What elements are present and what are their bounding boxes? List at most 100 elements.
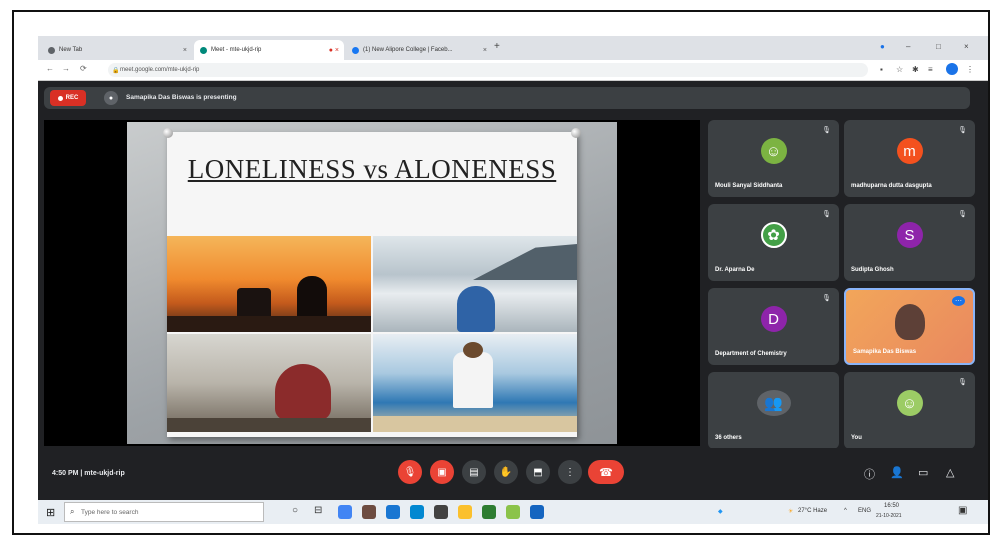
record-dot-icon [57,95,63,101]
chrome-app-icon[interactable] [338,505,352,519]
participant-tile[interactable]: 🎙 ☺ Mouli Sanyal Siddhanta [708,120,839,197]
profile-avatar[interactable] [946,63,958,75]
url-text: meet.google.com/mte-ukjd-rip [120,67,200,73]
participant-name: 36 others [715,435,742,441]
recording-dot-icon: ● × [328,46,339,54]
participant-tile[interactable]: 🎙 ✿ Dr. Aparna De [708,204,839,281]
facebook-favicon-icon [352,46,359,54]
camera-permission-icon[interactable]: ▪ [880,65,883,74]
forward-button[interactable]: → [62,64,70,73]
pushpin-icon [163,128,173,138]
windows-start-icon[interactable]: ⊞ [46,506,55,519]
rec-label: REC [65,95,79,101]
participant-tile-others[interactable]: 👥 36 others [708,372,839,449]
extensions-puzzle-icon[interactable]: ✱ [912,65,919,74]
address-bar[interactable]: 🔒 meet.google.com/mte-ukjd-rip [108,63,868,77]
store-app-icon[interactable] [434,505,448,519]
avatar: m [896,138,923,164]
raise-hand-button[interactable]: ✋ [494,460,518,484]
windows-taskbar: ⊞ ⌕ Type here to search ○ ⊟ ◆ ☀ 27°C Haz… [38,500,988,524]
slide-title: LONELINESS vs ALONENESS [187,154,557,184]
desktop-screen: New Tab × Meet - mte-ukjd-rip ● × (1) Ne… [38,36,988,524]
new-tab-button[interactable]: + [494,41,500,52]
presentation-stage: LONELINESS vs ALONENESS [44,120,700,446]
back-button[interactable]: ← [46,64,54,73]
close-tab-icon[interactable]: × [483,47,487,54]
language-indicator[interactable]: ENG [858,508,871,514]
app-icon[interactable] [386,505,400,519]
slide-paper: LONELINESS vs ALONENESS [163,128,581,437]
camera-toggle-button[interactable]: ▣ [430,460,454,484]
close-window-button[interactable]: × [964,42,969,51]
meeting-details-icon[interactable]: ⓘ [864,466,875,482]
task-view-icon[interactable]: ○ [292,505,298,516]
captions-button[interactable]: ▤ [462,460,486,484]
app-icon[interactable] [362,505,376,519]
app-icon[interactable] [506,505,520,519]
avatar: ☺ [896,390,923,416]
tab-meet[interactable]: Meet - mte-ukjd-rip ● × [194,40,344,60]
close-tab-icon[interactable]: × [183,47,187,54]
presenter-video [894,304,925,340]
notification-icon[interactable]: ▣ [958,505,967,516]
reload-button[interactable]: ⟳ [80,64,87,73]
mic-off-icon: 🎙 [822,211,831,218]
word-app-icon[interactable] [530,505,544,519]
people-icon[interactable]: 👤 [890,466,904,479]
excel-app-icon[interactable] [482,505,496,519]
leave-call-button[interactable]: ☎ [588,460,624,484]
activities-icon[interactable]: △ [946,466,954,479]
search-icon: ⌕ [70,507,75,516]
browser-tab-strip: New Tab × Meet - mte-ukjd-rip ● × (1) Ne… [38,36,988,60]
clock-date[interactable]: 21-10-2021 [876,513,902,519]
restore-button[interactable]: □ [936,42,941,51]
more-options-button[interactable]: ⋮ [558,460,582,484]
participant-tile-speaking[interactable]: ⋯ Samapika Das Biswas [844,288,975,365]
taskbar-search-input[interactable]: ⌕ Type here to search [64,502,264,522]
college-logo-icon: ✿ [760,222,787,248]
edge-app-icon[interactable] [410,505,424,519]
tray-chevron-icon[interactable]: ^ [844,508,847,514]
minimize-button[interactable]: – [906,42,910,51]
participant-name: Dr. Aparna De [715,267,755,273]
sunset-chair-photo [167,236,371,332]
presenter-avatar: ● [104,91,118,105]
tab-new-tab[interactable]: New Tab × [42,40,192,60]
participant-name: Mouli Sanyal Siddhanta [715,183,783,189]
group-avatars-icon: 👥 [756,390,791,416]
chat-icon[interactable]: ▭ [918,466,928,479]
presenting-banner: REC ● Samapika Das Biswas is presenting [44,87,970,109]
participant-name: You [851,435,862,441]
presenting-text: Samapika Das Biswas is presenting [126,94,237,101]
mic-off-icon: 🎙 [958,379,967,386]
recording-badge: REC [50,90,86,106]
participant-tile[interactable]: 🎙 m madhuparna dutta dasgupta [844,120,975,197]
pushpin-icon [571,128,581,138]
tab-facebook[interactable]: (1) New Alipore College | Faceb... × [346,40,492,60]
participant-tile-self[interactable]: 🎙 ☺ You [844,372,975,449]
widgets-icon[interactable]: ⊟ [314,505,322,516]
file-explorer-icon[interactable] [458,505,472,519]
browser-menu-icon[interactable]: ⋮ [966,65,974,74]
present-now-button[interactable]: ⬒ [526,460,550,484]
mic-off-icon: 🎙 [958,211,967,218]
participant-name: Sudipta Ghosh [851,267,894,273]
clock-time[interactable]: 16:50 [884,503,899,509]
participant-name: Department of Chemistry [715,351,787,357]
reading-list-icon[interactable]: ≡ [928,65,933,74]
mic-toggle-button[interactable]: 🎙 [398,460,422,484]
defender-icon[interactable]: ◆ [718,508,723,515]
browser-profile-dot-icon: ● [880,42,885,51]
tab-label: (1) New Alipore College | Faceb... [363,47,453,53]
tab-label: Meet - mte-ukjd-rip [211,47,262,53]
meeting-time-and-code: 4:50 PM | mte-ukjd-rip [52,470,125,477]
participant-name: Samapika Das Biswas [853,349,917,355]
lock-icon: 🔒 [112,67,120,74]
participant-tile[interactable]: 🎙 S Sudipta Ghosh [844,204,975,281]
bookmark-star-icon[interactable]: ☆ [896,65,903,74]
new-tab-favicon-icon [48,46,55,54]
search-placeholder: Type here to search [81,508,139,516]
participant-name: madhuparna dutta dasgupta [851,183,932,189]
lake-hooded-figure-photo [373,236,577,332]
participant-tile[interactable]: 🎙 D Department of Chemistry [708,288,839,365]
